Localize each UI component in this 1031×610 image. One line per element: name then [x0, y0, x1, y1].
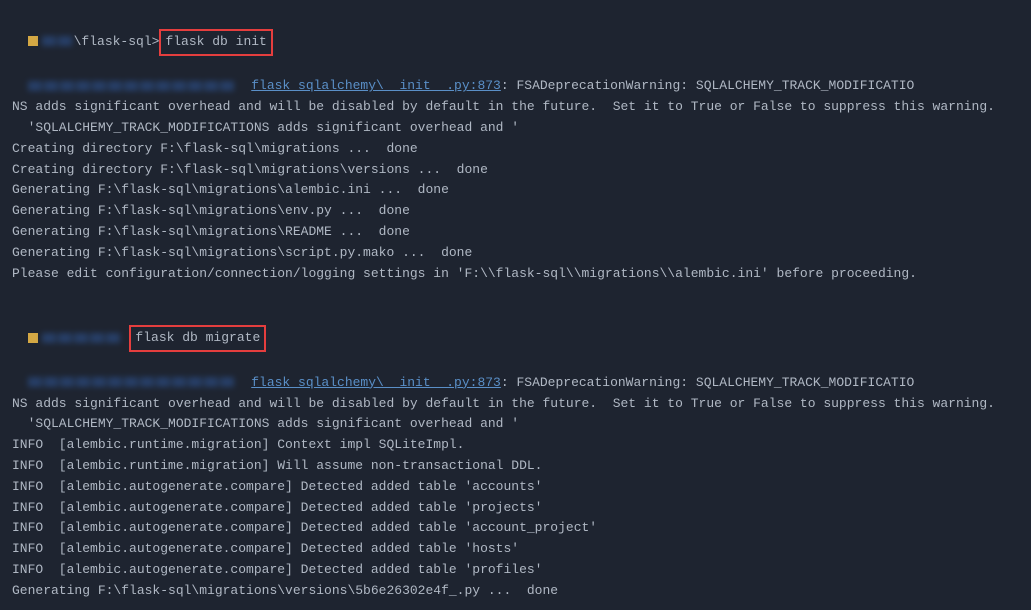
blurred-path — [42, 330, 122, 345]
output-line: Please edit configuration/connection/log… — [12, 264, 1019, 285]
output-line: INFO [alembic.autogenerate.compare] Dete… — [12, 518, 1019, 539]
command-text-2: flask db migrate — [135, 330, 260, 345]
warning-suffix-2: : FSADeprecationWarning: SQLALCHEMY_TRAC… — [501, 375, 914, 390]
warning-suffix-1: : FSADeprecationWarning: SQLALCHEMY_TRAC… — [501, 78, 914, 93]
warning-line-1c: 'SQLALCHEMY_TRACK_MODIFICATIONS adds sig… — [12, 118, 1019, 139]
blurred-path — [42, 34, 74, 49]
folder-icon — [28, 333, 38, 343]
output-line: Generating F:\flask-sql\migrations\alemb… — [12, 180, 1019, 201]
output-line: INFO [alembic.autogenerate.compare] Dete… — [12, 498, 1019, 519]
warning-line-2a: flask_sqlalchemy\__init__.py:873: FSADep… — [12, 352, 1019, 394]
warning-link-1[interactable]: flask_sqlalchemy\__init__.py:873 — [251, 78, 501, 93]
warning-line-2c: 'SQLALCHEMY_TRACK_MODIFICATIONS adds sig… — [12, 414, 1019, 435]
output-line: INFO [alembic.runtime.migration] Will as… — [12, 456, 1019, 477]
output-line: Generating F:\flask-sql\migrations\READM… — [12, 222, 1019, 243]
blurred-area — [28, 78, 236, 93]
output-line: Generating F:\flask-sql\migrations\scrip… — [12, 243, 1019, 264]
warning-line-2b: NS adds significant overhead and will be… — [12, 394, 1019, 415]
output-line: Generating F:\flask-sql\migrations\versi… — [12, 581, 1019, 602]
blurred-area — [28, 375, 236, 390]
prompt-line-1: \flask-sql> flask db init — [12, 8, 1019, 56]
prompt-path: \flask-sql> — [74, 34, 160, 49]
output-line: Generating F:\flask-sql\migrations\env.p… — [12, 201, 1019, 222]
section-gap — [12, 284, 1019, 304]
output-line: INFO [alembic.autogenerate.compare] Dete… — [12, 477, 1019, 498]
command-text-1: flask db init — [165, 34, 266, 49]
prompt-line-2: flask db migrate — [12, 304, 1019, 352]
command-highlight-2: flask db migrate — [129, 325, 266, 352]
warning-line-1b: NS adds significant overhead and will be… — [12, 97, 1019, 118]
output-line: Creating directory F:\flask-sql\migratio… — [12, 160, 1019, 181]
folder-icon — [28, 36, 38, 46]
output-line: Creating directory F:\flask-sql\migratio… — [12, 139, 1019, 160]
output-line: INFO [alembic.autogenerate.compare] Dete… — [12, 539, 1019, 560]
output-line: INFO [alembic.autogenerate.compare] Dete… — [12, 560, 1019, 581]
warning-link-2[interactable]: flask_sqlalchemy\__init__.py:873 — [251, 375, 501, 390]
warning-line-1a: flask_sqlalchemy\__init__.py:873: FSADep… — [12, 56, 1019, 98]
command-highlight-1: flask db init — [159, 29, 272, 56]
output-line: INFO [alembic.runtime.migration] Context… — [12, 435, 1019, 456]
